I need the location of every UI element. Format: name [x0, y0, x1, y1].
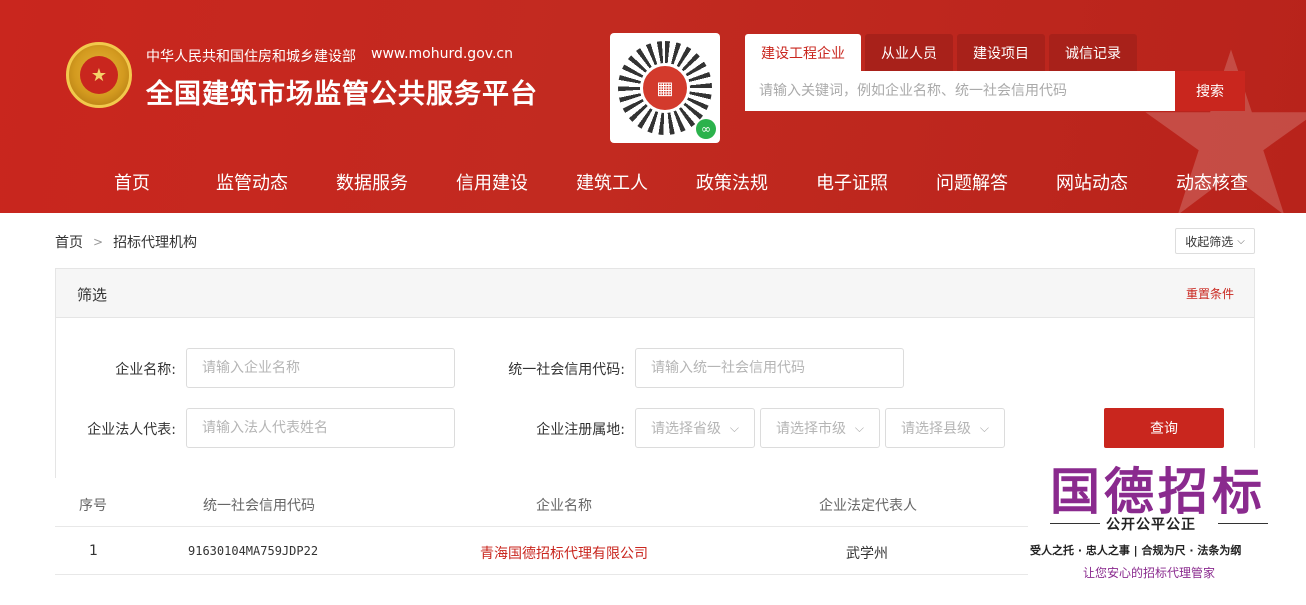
chevron-right-icon: > [93, 235, 104, 249]
row-credit-code: 91630104MA759JDP22 [188, 544, 319, 558]
site-title: 全国建筑市场监管公共服务平台 [146, 79, 538, 110]
search-tab-personnel[interactable]: 从业人员 [865, 34, 953, 71]
table-header-index: 序号 [79, 498, 107, 514]
query-button[interactable]: 查询 [1104, 408, 1224, 448]
national-emblem-icon: ★ [66, 42, 132, 108]
org-url-link[interactable]: www.mohurd.gov.cn [371, 46, 513, 62]
chevron-down-icon: ⌵ [854, 420, 864, 435]
chevron-down-icon: ⌵ [729, 420, 739, 435]
main-nav: 首页 监管动态 数据服务 信用建设 建筑工人 政策法规 电子证照 问题解答 网站… [0, 155, 1306, 213]
province-select[interactable]: 请选择省级 ⌵ [635, 408, 755, 448]
search-input[interactable] [745, 71, 1175, 111]
building-icon: ▦ [640, 63, 690, 113]
chevron-down-icon: ⌵ [979, 420, 989, 435]
row-index: 1 [89, 543, 98, 559]
legal-rep-input[interactable] [186, 408, 455, 448]
nav-item-credit[interactable]: 信用建设 [432, 155, 552, 213]
region-label: 企业注册属地: [536, 422, 625, 438]
nav-item-verification[interactable]: 动态核查 [1152, 155, 1272, 213]
credit-code-label: 统一社会信用代码: [508, 362, 625, 378]
mini-program-icon: ∞ [696, 119, 716, 139]
row-legal-rep: 武学州 [846, 546, 888, 562]
breadcrumb-home[interactable]: 首页 [55, 232, 83, 252]
company-name-input[interactable] [186, 348, 455, 388]
search-tab-companies[interactable]: 建设工程企业 [745, 34, 861, 71]
nav-item-supervision[interactable]: 监管动态 [192, 155, 312, 213]
site-header: ★ 中华人民共和国住房和城乡建设部 www.mohurd.gov.cn 全国建筑… [0, 0, 1306, 213]
watermark-logo: 国德招标 公开公平公正 受人之托 · 忠人之事 | 合规为尺 · 法条为纲 让您… [1028, 448, 1306, 605]
search-tabs: 建设工程企业 从业人员 建设项目 诚信记录 [745, 34, 1141, 71]
breadcrumb-current: 招标代理机构 [113, 235, 198, 251]
nav-item-certificates[interactable]: 电子证照 [792, 155, 912, 213]
nav-item-policy[interactable]: 政策法规 [672, 155, 792, 213]
reset-filter-link[interactable]: 重置条件 [1186, 285, 1234, 302]
filter-panel-header: 筛选 重置条件 [56, 269, 1254, 318]
nav-item-data[interactable]: 数据服务 [312, 155, 432, 213]
county-select[interactable]: 请选择县级 ⌵ [885, 408, 1005, 448]
nav-item-news[interactable]: 网站动态 [1032, 155, 1152, 213]
table-header-legal-rep: 企业法定代表人 [819, 498, 917, 514]
table-header-company: 企业名称 [536, 498, 592, 514]
city-select[interactable]: 请选择市级 ⌵ [760, 408, 880, 448]
search-tab-credit[interactable]: 诚信记录 [1049, 34, 1137, 71]
nav-item-workers[interactable]: 建筑工人 [552, 155, 672, 213]
nav-item-home[interactable]: 首页 [72, 155, 192, 213]
company-name-label: 企业名称: [115, 362, 176, 378]
search-button[interactable]: 搜索 [1175, 71, 1245, 111]
filter-title: 筛选 [77, 286, 108, 304]
credit-code-input[interactable] [635, 348, 904, 388]
watermark-subtitle: 公开公平公正 [1106, 517, 1196, 533]
table-header-credit-code: 统一社会信用代码 [203, 498, 315, 514]
watermark-tagline: 让您安心的招标代理管家 [1083, 566, 1216, 580]
org-name: 中华人民共和国住房和城乡建设部 [146, 49, 356, 65]
qr-code-icon[interactable]: ▦ ∞ [610, 33, 720, 143]
nav-item-faq[interactable]: 问题解答 [912, 155, 1032, 213]
watermark-slogan: 受人之托 · 忠人之事 | 合规为尺 · 法条为纲 [1030, 544, 1242, 557]
row-company-link[interactable]: 青海国德招标代理有限公司 [480, 543, 648, 563]
chevron-down-icon: ⌵ [1237, 235, 1245, 247]
breadcrumb: 首页 > 招标代理机构 [55, 232, 197, 252]
legal-rep-label: 企业法人代表: [87, 422, 176, 438]
collapse-filter-button[interactable]: 收起筛选 ⌵ [1175, 228, 1255, 254]
search-tab-projects[interactable]: 建设项目 [957, 34, 1045, 71]
